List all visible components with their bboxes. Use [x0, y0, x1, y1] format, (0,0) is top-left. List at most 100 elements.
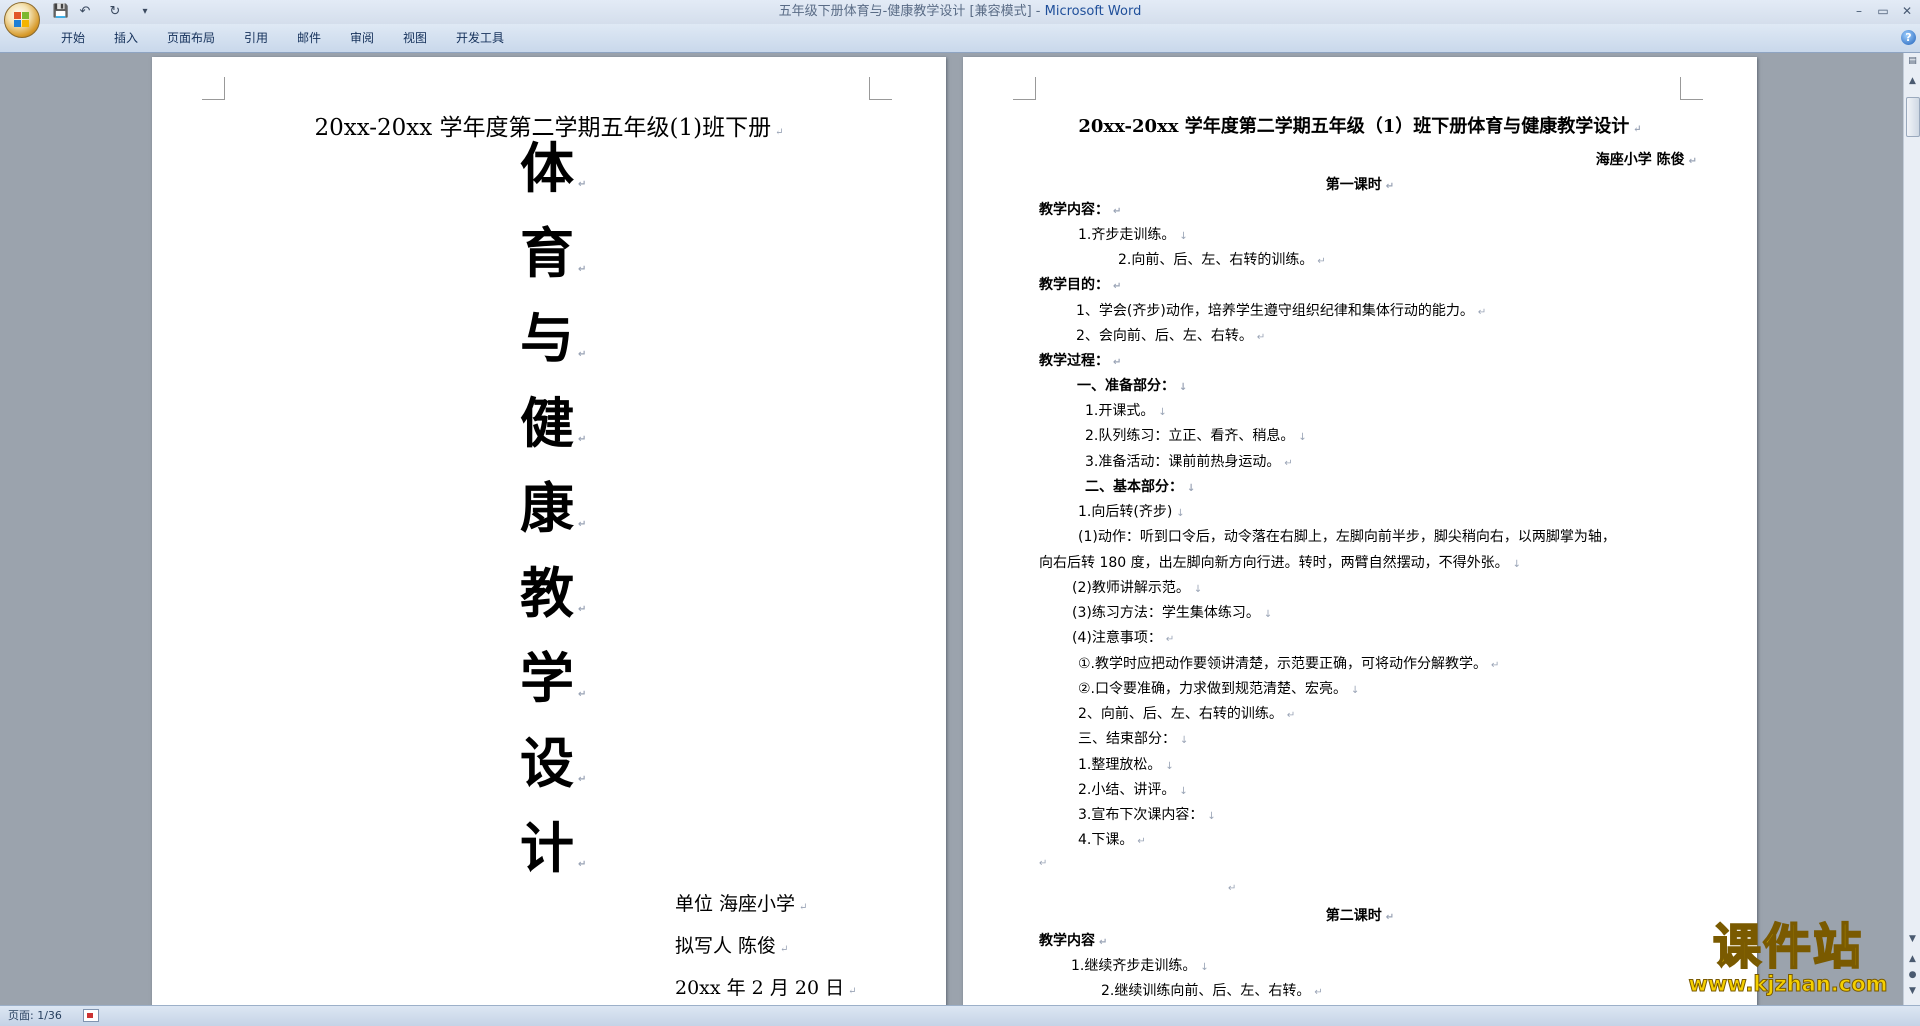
redo-icon[interactable]: ↻: [106, 3, 124, 21]
scroll-up-arrow-icon[interactable]: ▲: [1906, 75, 1919, 88]
tab-home[interactable]: 开始: [61, 29, 85, 47]
paragraph-mark: ↵: [1256, 332, 1266, 343]
paragraph-mark: ↵: [848, 986, 857, 997]
list-item-text: 2、会向前、后、左、右转。: [1076, 328, 1253, 344]
subsection-heading: 一、准备部分： ↓: [1077, 375, 1187, 395]
list-item: ②.口令要准确，力求做到规范清楚、宏亮。 ↓: [1078, 678, 1359, 698]
document-title: 20xx-20xx 学年度第二学期五年级（1）班下册体育与健康教学设计 ↵: [963, 112, 1757, 138]
paragraph-text: 向右后转 180 度，出左脚向新方向行进。转时，两臂自然摆动，不得外张。: [1039, 555, 1509, 571]
page-count[interactable]: 页面: 1/36: [8, 1008, 62, 1024]
list-item: 3.准备活动：课前前热身运动。 ↵: [1085, 451, 1293, 471]
undo-icon[interactable]: ↶: [76, 3, 94, 21]
list-item: 2.小结、讲评。 ↓: [1078, 779, 1188, 799]
line-break-mark: ↓: [1158, 407, 1167, 418]
section-heading-text: 教学过程：: [1039, 353, 1109, 369]
list-item: (2)教师讲解示范。 ↓: [1072, 577, 1202, 597]
office-button[interactable]: [4, 2, 40, 38]
vertical-scrollbar[interactable]: ▤ ▲ ▼ ▲ ● ▼: [1903, 53, 1920, 1005]
list-item-text: (2)教师讲解示范。: [1072, 580, 1190, 596]
help-icon[interactable]: ?: [1901, 30, 1916, 45]
restore-button[interactable]: ▭: [1870, 0, 1896, 22]
line-break-mark: ↓: [1263, 609, 1273, 620]
cover-title-char-text: 体: [520, 137, 574, 200]
watermark-logo: 课件站 www.kjzhan.com: [1672, 921, 1904, 998]
sign-date-text: 20xx 年 2 月 20 日: [675, 977, 845, 999]
next-page-icon[interactable]: ▼: [1906, 985, 1919, 998]
watermark-url-text: www.kjzhan.com: [1688, 972, 1888, 997]
tab-view[interactable]: 视图: [403, 29, 427, 47]
line-break-mark: ↓: [1193, 584, 1203, 595]
line-break-mark: ↓: [1179, 382, 1188, 393]
lesson-heading-text: 第二课时: [1325, 908, 1382, 924]
list-item-text: ②.口令要准确，力求做到规范清楚、宏亮。: [1078, 681, 1347, 697]
list-item: 3.宣布下次课内容： ↓: [1078, 804, 1216, 824]
tab-insert[interactable]: 插入: [114, 29, 138, 47]
paragraph-mark: ↵: [578, 349, 587, 360]
cover-title-char: 设 ↵: [520, 734, 610, 810]
list-item: 1.开课式。 ↓: [1085, 400, 1167, 420]
list-item-text: 1.齐步走训练。: [1078, 227, 1176, 243]
minimize-button[interactable]: –: [1846, 0, 1872, 22]
close-button[interactable]: ✕: [1894, 0, 1920, 22]
cover-title-char-text: 育: [520, 222, 574, 285]
lesson-plan-page: 20xx-20xx 学年度第二学期五年级（1）班下册体育与健康教学设计 ↵ 海座小…: [963, 57, 1757, 1005]
crop-mark: [1680, 77, 1703, 100]
customize-quick-access-icon[interactable]: ▾: [136, 3, 154, 21]
previous-page-icon[interactable]: ▲: [1906, 953, 1919, 966]
list-item: (3)练习方法：学生集体练习。 ↓: [1072, 602, 1272, 622]
paragraph-mark: ↵: [799, 902, 808, 913]
cover-page: 20xx-20xx 学年度第二学期五年级(1)班下册 ↵ 体 ↵ 育 ↵ 与 ↵ 健 ↵ …: [152, 57, 946, 1005]
list-item-text: 2、向前、后、左、右转的训练。: [1078, 706, 1283, 722]
author-line: 海座小学 陈俊 ↵: [1596, 149, 1697, 169]
paragraph-mark: ↵: [578, 859, 587, 870]
list-item: 2、会向前、后、左、右转。 ↵: [1076, 325, 1265, 345]
tab-page-layout[interactable]: 页面布局: [167, 29, 215, 47]
ribbon-tab-bar: 开始 插入 页面布局 引用 邮件 审阅 视图 开发工具: [0, 24, 1920, 53]
document-name: 五年级下册体育与-健康教学设计 [兼容模式]: [778, 4, 1032, 19]
line-break-mark: ↓: [1298, 432, 1307, 443]
tab-review[interactable]: 审阅: [350, 29, 374, 47]
list-item: 1.继续齐步走训练。 ↓: [1071, 955, 1209, 975]
paragraph-mark: ↵: [578, 179, 587, 190]
cover-title-char-text: 教: [520, 562, 574, 625]
list-item-text: 2.小结、讲评。: [1078, 782, 1176, 798]
paragraph-mark: ↵: [1385, 912, 1395, 923]
list-item: 1、学会(齐步)动作，培养学生遵守组织纪律和集体行动的能力。 ↵: [1076, 300, 1486, 320]
tab-developer[interactable]: 开发工具: [456, 29, 504, 47]
list-item-text: 1、学会(齐步)动作，培养学生遵守组织纪律和集体行动的能力。: [1076, 303, 1474, 319]
crop-mark: [1013, 77, 1036, 100]
cover-title-char: 与 ↵: [520, 309, 610, 385]
paragraph-mark: ↵: [1284, 458, 1293, 469]
line-break-mark: ↓: [1176, 508, 1185, 519]
section-heading: 教学内容： ↵: [1039, 199, 1121, 219]
browse-object-icon[interactable]: ●: [1906, 969, 1919, 982]
section-heading-text: 教学目的：: [1039, 277, 1109, 293]
paragraph-mark: ↵: [578, 434, 587, 445]
cover-title-char: 学 ↵: [520, 649, 610, 725]
sign-writer-text: 拟写人 陈俊: [675, 935, 777, 957]
tab-references[interactable]: 引用: [244, 29, 268, 47]
sign-date: 20xx 年 2 月 20 日 ↵: [675, 973, 856, 1000]
cover-title-char-text: 计: [520, 817, 574, 880]
scrollbar-thumb[interactable]: [1906, 97, 1920, 137]
ruler-toggle-icon[interactable]: ▤: [1906, 55, 1919, 68]
paragraph-mark: ↵: [578, 604, 587, 615]
list-item: 1.齐步走训练。 ↓: [1078, 224, 1188, 244]
tab-mailings[interactable]: 邮件: [297, 29, 321, 47]
cover-title-char: 健 ↵: [520, 394, 610, 470]
paragraph-mark: ↵: [1477, 307, 1487, 318]
line-break-mark: ↓: [1180, 735, 1189, 746]
proofing-status-icon[interactable]: [83, 1009, 99, 1022]
section-heading: 教学目的： ↵: [1039, 274, 1121, 294]
subsection-heading: 二、基本部分： ↓: [1085, 476, 1195, 496]
sign-writer: 拟写人 陈俊 ↵: [675, 931, 788, 958]
paragraph-mark: ↵: [1286, 710, 1296, 721]
list-item-text: 2.队列练习：立正、看齐、稍息。: [1085, 428, 1295, 444]
paragraph-mark: ↵: [1317, 256, 1326, 267]
cover-title-char-text: 与: [520, 307, 574, 370]
cover-title-char-text: 健: [520, 392, 574, 455]
paragraph-mark: ↵: [578, 689, 587, 700]
list-item-text: ①.教学时应把动作要领讲清楚，示范要正确，可将动作分解教学。: [1078, 656, 1487, 672]
scroll-down-arrow-icon[interactable]: ▼: [1906, 933, 1919, 946]
save-icon[interactable]: 💾: [52, 3, 70, 21]
